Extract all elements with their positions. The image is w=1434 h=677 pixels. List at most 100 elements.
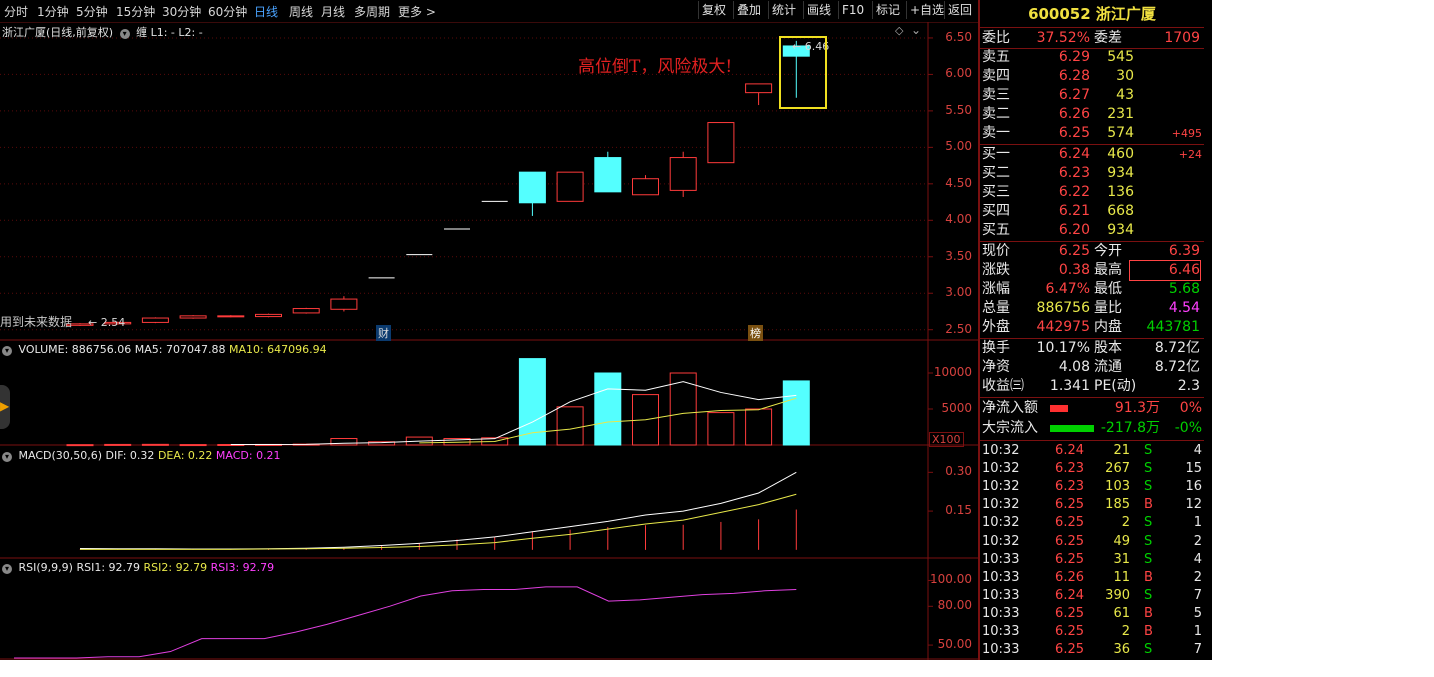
weicha-value: 1709 <box>1164 30 1200 46</box>
toolbar-button-5[interactable]: 标记 <box>872 1 903 19</box>
period-tab-2[interactable]: 5分钟 <box>76 3 108 20</box>
tick-side: S <box>1144 642 1153 658</box>
toolbar-button-1[interactable]: 叠加 <box>733 1 764 19</box>
chevron-down-icon[interactable]: ⌄ <box>911 23 921 37</box>
ranking-badge[interactable]: 榜 <box>748 325 763 341</box>
period-tab-5[interactable]: 60分钟 <box>208 3 247 20</box>
stat-value: 6.47% <box>1045 281 1090 297</box>
stat-label: 总量 <box>982 300 1010 316</box>
tick-volume: 103 <box>1105 479 1130 495</box>
tick-volume: 36 <box>1113 642 1130 658</box>
volume-value: VOLUME: 886756.06 <box>18 343 132 356</box>
period-tab-8[interactable]: 月线 <box>321 3 345 20</box>
side-arrow-handle[interactable]: ▶ <box>0 385 10 429</box>
tick-row-11: 10:33 6.25 36 S 7 <box>980 640 1204 659</box>
bids-price: 6.22 <box>1058 184 1090 200</box>
stat-value: 4.54 <box>1168 300 1200 316</box>
period-tab-7[interactable]: 周线 <box>289 3 313 20</box>
flow-percent: 0% <box>1179 400 1202 416</box>
collapse-icon[interactable]: ▾ <box>2 452 12 462</box>
toolbar-button-2[interactable]: 统计 <box>768 1 799 19</box>
collapse-icon[interactable]: ▾ <box>2 564 12 574</box>
stats-row-0: 现价 6.25 今开 6.39 <box>980 242 1204 261</box>
period-tab-0[interactable]: 分时 <box>4 3 28 20</box>
tick-count: 12 <box>1185 497 1202 513</box>
stat-label: 最低 <box>1094 281 1122 297</box>
flow-bar <box>1050 425 1094 432</box>
collapse-icon[interactable]: ▾ <box>2 346 12 356</box>
tick-count: 4 <box>1193 551 1202 567</box>
tick-side: B <box>1144 497 1153 513</box>
tick-price: 6.24 <box>1055 443 1084 458</box>
bids-label: 买一 <box>982 146 1010 162</box>
weicha-label: 委差 <box>1094 30 1122 46</box>
tick-side: B <box>1144 624 1153 639</box>
stat-value: 6.39 <box>1168 243 1200 259</box>
stat-value: 8.72亿 <box>1154 359 1200 375</box>
bids-label: 买五 <box>982 222 1010 238</box>
asks-volume: 574 <box>1107 125 1134 141</box>
arrow-right-icon: ▶ <box>0 399 10 413</box>
tick-volume: 267 <box>1105 461 1130 477</box>
toolbar-button-7[interactable]: 返回 <box>944 1 975 19</box>
tick-count: 1 <box>1193 515 1202 531</box>
stats2-row-0: 换手 10.17% 股本 8.72亿 <box>980 339 1204 358</box>
tick-time: 10:32 <box>982 515 1020 531</box>
tick-price: 6.24 <box>1055 587 1084 603</box>
tick-volume: 61 <box>1113 605 1130 621</box>
low-price-marker: ← 2.54 <box>88 316 126 329</box>
risk-annotation: 高位倒T，风险极大! <box>578 57 733 77</box>
settings-diamond-icon[interactable]: ◇ <box>895 24 903 37</box>
stock-terminal-window: 分时 1分钟 5分钟 15分钟 30分钟 60分钟 日线 周线 月线 多周期 更多 > 复权 叠加 统计画… <box>0 0 1212 660</box>
rsi-panel-header: ▾ RSI(9,9,9) RSI1: 92.79 RSI2: 92.79 RSI… <box>2 561 274 574</box>
candle-body-5 <box>255 313 282 318</box>
quote-panel: 600052 浙江广厦 委比 37.52% 委差 1709 卖五 6.29 545 卖四 6.28… <box>978 0 1212 660</box>
indicator-label[interactable]: 缠 <box>136 26 147 39</box>
period-tab-10[interactable]: 更多 > <box>398 3 436 20</box>
dropdown-icon[interactable]: ▾ <box>119 29 130 39</box>
toolbar-button-3[interactable]: 画线 <box>803 1 834 19</box>
asks-row-4: 卖一 6.25 574 +495 <box>980 124 1204 143</box>
rsi-params: RSI(9,9,9) <box>18 561 73 574</box>
stat-label: 涨跌 <box>982 262 1010 278</box>
tick-price: 6.25 <box>1055 642 1084 658</box>
rsi-tick-label-2: 50.00 <box>937 637 972 652</box>
stat-value: 6.46 <box>1129 260 1201 281</box>
stats-row-4: 外盘 442975 内盘 443781 <box>980 318 1204 337</box>
period-tab-1[interactable]: 1分钟 <box>37 3 69 20</box>
asks-volume: 545 <box>1107 49 1134 65</box>
tick-price: 6.25 <box>1055 551 1084 567</box>
price-tick-label-2: 5.50 <box>945 102 972 117</box>
stat-value: 4.08 <box>1058 359 1090 375</box>
tick-row-9: 10:33 6.25 61 B 5 <box>980 604 1204 623</box>
toolbar-button-6[interactable]: +自选 <box>906 1 947 19</box>
toolbar-button-4[interactable]: F10 <box>838 1 867 19</box>
flow-row-0: 净流入额 91.3万 0% <box>980 399 1204 418</box>
period-tab-6[interactable]: 日线 <box>254 3 278 20</box>
tick-price: 6.23 <box>1055 461 1084 477</box>
tick-volume: 185 <box>1105 497 1130 513</box>
macd-params: MACD(30,50,6) <box>18 449 103 462</box>
asks-row-1: 卖四 6.28 30 <box>980 67 1204 86</box>
candle-body-15 <box>632 178 659 196</box>
finance-badge[interactable]: 财 <box>376 325 391 341</box>
price-tick-label-5: 4.00 <box>945 212 972 227</box>
tick-time: 10:32 <box>982 479 1020 495</box>
toolbar-button-0[interactable]: 复权 <box>698 1 729 19</box>
rsi-tick-label-0: 100.00 <box>930 572 972 587</box>
macd-value: MACD: 0.21 <box>215 449 281 462</box>
tick-side: S <box>1144 443 1153 458</box>
chart-area: 分时 1分钟 5分钟 15分钟 30分钟 60分钟 日线 周线 月线 多周期 更多 > 复权 叠加 统计画… <box>0 0 978 660</box>
tick-count: 16 <box>1185 479 1202 495</box>
tick-price: 6.25 <box>1055 533 1084 549</box>
asks-price: 6.25 <box>1058 125 1090 141</box>
asks-price: 6.28 <box>1058 68 1090 84</box>
tick-time: 10:32 <box>982 443 1020 458</box>
candle-body-4 <box>217 315 245 318</box>
period-tab-4[interactable]: 30分钟 <box>162 3 201 20</box>
tick-time: 10:32 <box>982 533 1020 549</box>
period-tab-9[interactable]: 多周期 <box>354 3 390 20</box>
main-chart-title: 浙江广厦(日线,前复权) ▾ 缠 L1: - L2: - <box>2 24 203 40</box>
asks-label: 卖一 <box>982 125 1010 141</box>
period-tab-3[interactable]: 15分钟 <box>116 3 155 20</box>
